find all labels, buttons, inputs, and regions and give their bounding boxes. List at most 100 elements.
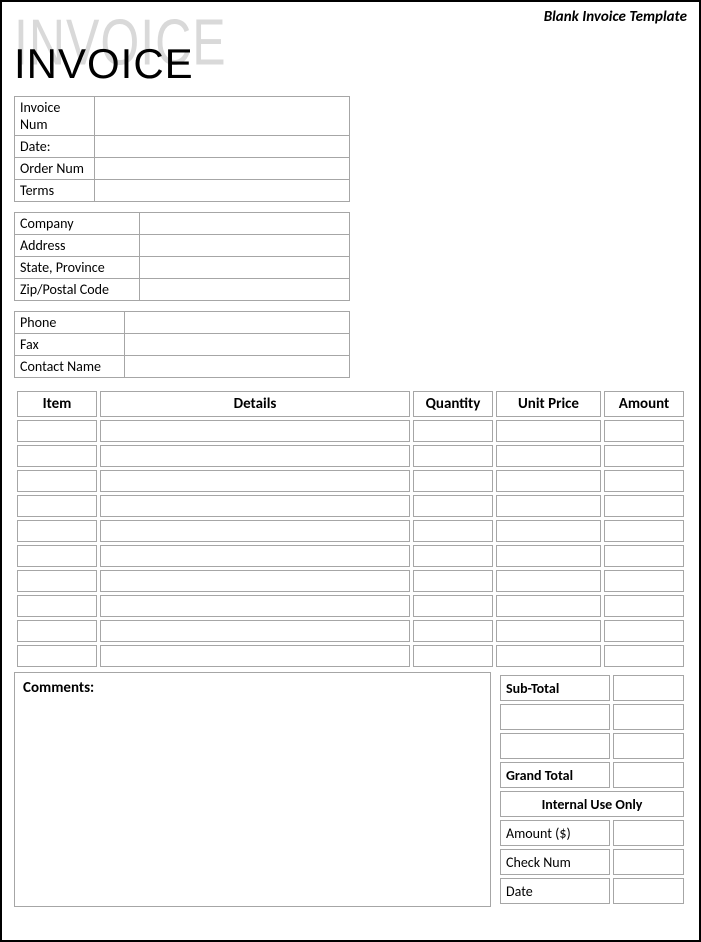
item-cell[interactable]	[413, 595, 493, 617]
item-cell[interactable]	[413, 445, 493, 467]
order-num-field[interactable]	[95, 158, 350, 180]
item-cell[interactable]	[413, 645, 493, 667]
invoice-logo: INVOICE INVOICE	[14, 20, 687, 90]
state-field[interactable]	[140, 257, 350, 279]
table-row	[17, 470, 684, 492]
totals-blank-label[interactable]	[500, 733, 610, 759]
meta-label: Order Num	[15, 158, 95, 180]
item-cell[interactable]	[100, 495, 410, 517]
subtotal-label: Sub-Total	[500, 675, 610, 701]
internal-amount-field[interactable]	[613, 820, 684, 846]
totals-blank-value[interactable]	[613, 704, 684, 730]
item-cell[interactable]	[604, 545, 684, 567]
col-details: Details	[100, 391, 410, 417]
item-cell[interactable]	[604, 445, 684, 467]
phone-field[interactable]	[125, 312, 350, 334]
item-cell[interactable]	[413, 545, 493, 567]
item-cell[interactable]	[413, 520, 493, 542]
invoice-meta-block: Invoice Num Date: Order Num Terms	[14, 96, 687, 202]
item-cell[interactable]	[17, 420, 97, 442]
item-cell[interactable]	[496, 470, 601, 492]
company-label: Company	[15, 213, 140, 235]
table-row	[17, 570, 684, 592]
item-cell[interactable]	[17, 545, 97, 567]
company-table: Company Address State, Province Zip/Post…	[14, 212, 350, 301]
item-cell[interactable]	[100, 545, 410, 567]
table-row	[17, 545, 684, 567]
totals-column: Sub-Total Grand Total Internal Use Only	[497, 672, 687, 907]
item-cell[interactable]	[17, 445, 97, 467]
item-cell[interactable]	[17, 570, 97, 592]
item-cell[interactable]	[17, 520, 97, 542]
item-cell[interactable]	[17, 595, 97, 617]
item-cell[interactable]	[604, 570, 684, 592]
comments-label: Comments:	[23, 679, 94, 697]
internal-checknum-field[interactable]	[613, 849, 684, 875]
invoice-num-field[interactable]	[95, 97, 350, 136]
item-cell[interactable]	[17, 470, 97, 492]
item-cell[interactable]	[413, 570, 493, 592]
comments-box[interactable]: Comments:	[14, 672, 491, 907]
item-cell[interactable]	[413, 495, 493, 517]
terms-field[interactable]	[95, 180, 350, 202]
item-cell[interactable]	[604, 620, 684, 642]
item-cell[interactable]	[604, 595, 684, 617]
col-unit-price: Unit Price	[496, 391, 601, 417]
table-row	[17, 420, 684, 442]
item-cell[interactable]	[496, 445, 601, 467]
item-cell[interactable]	[496, 420, 601, 442]
item-cell[interactable]	[496, 570, 601, 592]
item-cell[interactable]	[17, 620, 97, 642]
fax-field[interactable]	[125, 334, 350, 356]
contact-label: Contact Name	[15, 356, 125, 378]
item-cell[interactable]	[604, 470, 684, 492]
internal-label: Date	[500, 878, 610, 904]
totals-blank-label[interactable]	[500, 704, 610, 730]
item-cell[interactable]	[100, 595, 410, 617]
item-cell[interactable]	[604, 420, 684, 442]
table-row	[17, 595, 684, 617]
contact-label: Fax	[15, 334, 125, 356]
item-cell[interactable]	[100, 420, 410, 442]
item-cell[interactable]	[17, 495, 97, 517]
item-cell[interactable]	[604, 495, 684, 517]
company-field[interactable]	[140, 213, 350, 235]
date-field[interactable]	[95, 136, 350, 158]
item-cell[interactable]	[496, 595, 601, 617]
item-cell[interactable]	[496, 520, 601, 542]
item-cell[interactable]	[604, 520, 684, 542]
item-cell[interactable]	[100, 470, 410, 492]
contact-name-field[interactable]	[125, 356, 350, 378]
item-cell[interactable]	[496, 495, 601, 517]
totals-table: Sub-Total Grand Total Internal Use Only	[497, 672, 687, 907]
company-block: Company Address State, Province Zip/Post…	[14, 212, 687, 301]
totals-blank-value[interactable]	[613, 733, 684, 759]
contact-label: Phone	[15, 312, 125, 334]
item-cell[interactable]	[604, 645, 684, 667]
col-item: Item	[17, 391, 97, 417]
item-cell[interactable]	[17, 645, 97, 667]
grandtotal-value[interactable]	[613, 762, 684, 788]
items-table: Item Details Quantity Unit Price Amount	[14, 388, 687, 670]
item-cell[interactable]	[100, 620, 410, 642]
table-row	[17, 520, 684, 542]
bottom-section: Comments: Sub-Total Grand Total	[14, 672, 687, 907]
table-row	[17, 445, 684, 467]
zip-field[interactable]	[140, 279, 350, 301]
item-cell[interactable]	[100, 520, 410, 542]
internal-date-field[interactable]	[613, 878, 684, 904]
meta-label: Invoice Num	[15, 97, 95, 136]
subtotal-value[interactable]	[613, 675, 684, 701]
item-cell[interactable]	[413, 420, 493, 442]
item-cell[interactable]	[413, 470, 493, 492]
item-cell[interactable]	[100, 445, 410, 467]
item-cell[interactable]	[100, 645, 410, 667]
item-cell[interactable]	[413, 620, 493, 642]
item-cell[interactable]	[496, 545, 601, 567]
items-header-row: Item Details Quantity Unit Price Amount	[17, 391, 684, 417]
internal-label: Check Num	[500, 849, 610, 875]
item-cell[interactable]	[496, 645, 601, 667]
item-cell[interactable]	[496, 620, 601, 642]
address-field[interactable]	[140, 235, 350, 257]
item-cell[interactable]	[100, 570, 410, 592]
